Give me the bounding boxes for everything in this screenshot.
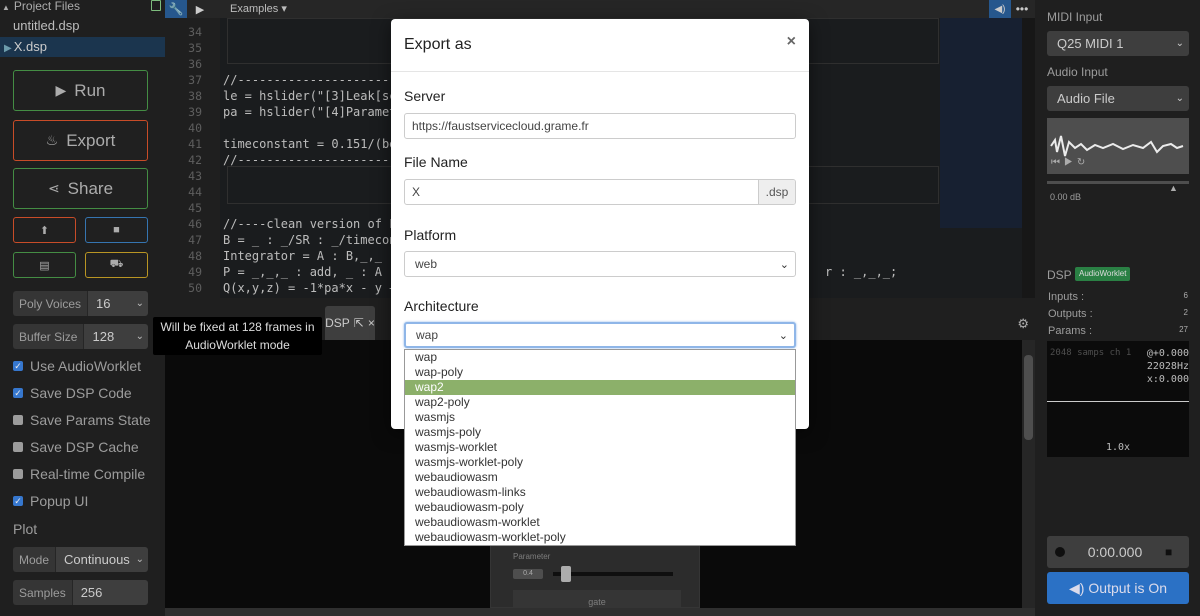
close-icon[interactable]: × bbox=[787, 33, 796, 51]
chevron-down-icon: ⌄ bbox=[778, 329, 788, 342]
filename-input-group: X .dsp bbox=[404, 179, 796, 205]
architecture-option[interactable]: wasmjs-worklet bbox=[405, 440, 795, 455]
faust-ide: ▲ Project Files untitled.dsp ▶ X.dsp ▶ Run … bbox=[0, 0, 1200, 616]
modal-divider bbox=[391, 71, 809, 72]
architecture-option[interactable]: webaudiowasm-worklet bbox=[405, 515, 795, 530]
architecture-option[interactable]: webaudiowasm-links bbox=[405, 485, 795, 500]
architecture-option[interactable]: wap-poly bbox=[405, 365, 795, 380]
filename-extension: .dsp bbox=[758, 180, 795, 204]
chevron-down-icon: ⌄ bbox=[779, 258, 789, 271]
architecture-option[interactable]: wap bbox=[405, 350, 795, 365]
architecture-option[interactable]: webaudiowasm bbox=[405, 470, 795, 485]
architecture-dropdown: wap wap-poly wap2 wap2-poly wasmjs wasmjs-pol… bbox=[404, 349, 796, 546]
architecture-option[interactable]: wap2-poly bbox=[405, 395, 795, 410]
filename-label: File Name bbox=[404, 154, 468, 170]
platform-label: Platform bbox=[404, 227, 457, 243]
architecture-option[interactable]: wasmjs-poly bbox=[405, 425, 795, 440]
architecture-option[interactable]: wap2 bbox=[405, 380, 795, 395]
filename-input[interactable]: X bbox=[405, 180, 758, 204]
architecture-option[interactable]: webaudiowasm-worklet-poly bbox=[405, 530, 795, 545]
architecture-label: Architecture bbox=[404, 298, 479, 314]
architecture-option[interactable]: wasmjs-worklet-poly bbox=[405, 455, 795, 470]
server-label: Server bbox=[404, 88, 446, 104]
architecture-select[interactable]: wap ⌄ bbox=[404, 322, 796, 348]
platform-select[interactable]: web ⌄ bbox=[404, 251, 796, 277]
modal-title: Export as bbox=[404, 36, 472, 53]
architecture-option[interactable]: wasmjs bbox=[405, 410, 795, 425]
architecture-option[interactable]: webaudiowasm-poly bbox=[405, 500, 795, 515]
server-input[interactable]: https://faustservicecloud.grame.fr bbox=[404, 113, 796, 139]
